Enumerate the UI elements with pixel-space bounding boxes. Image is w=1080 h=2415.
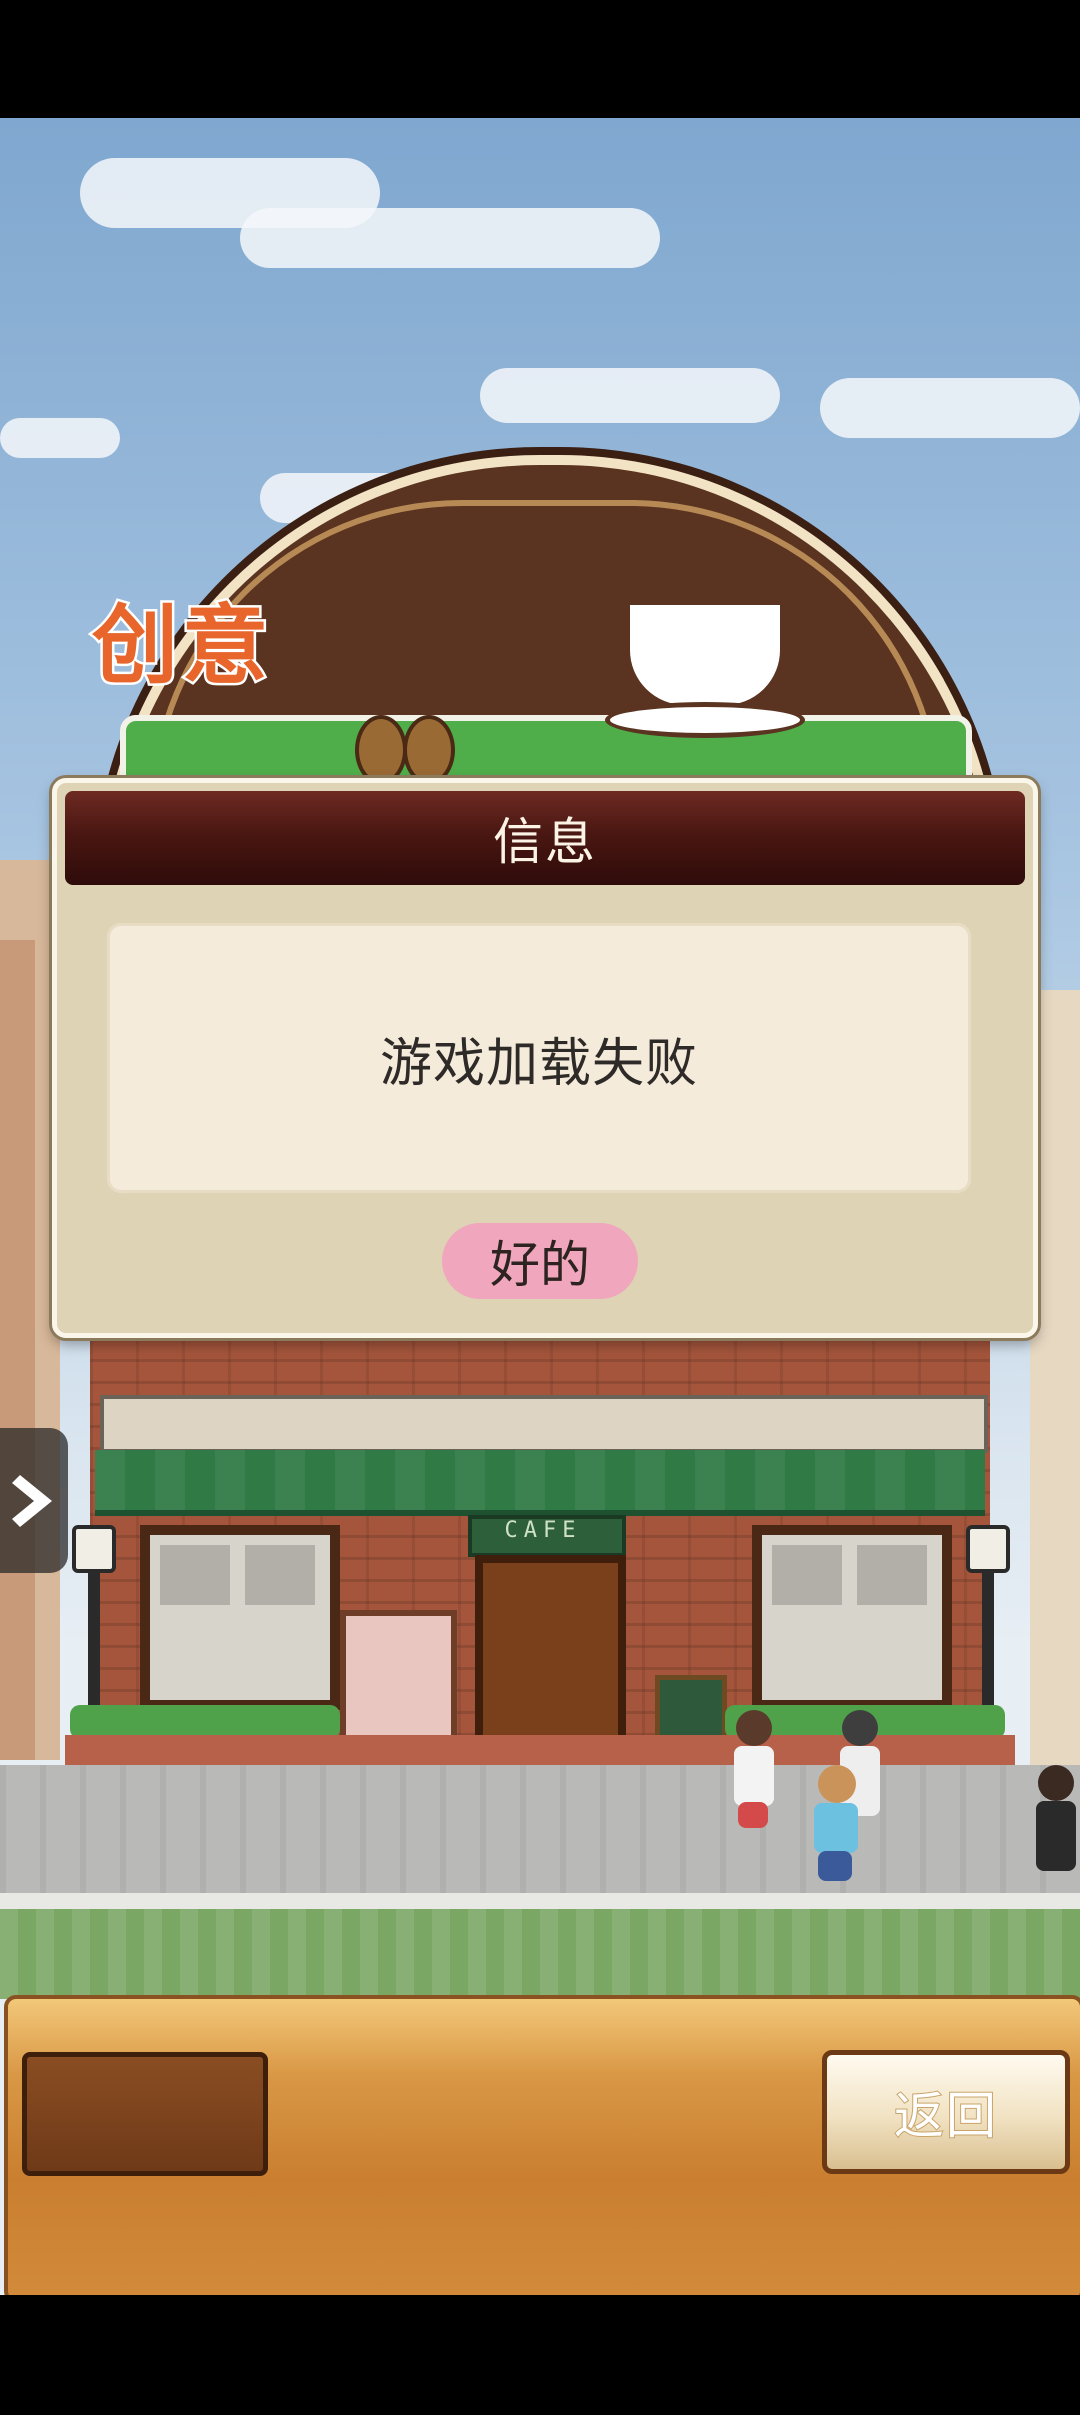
dialog-title: 信息 xyxy=(493,813,597,871)
street-lamp-head xyxy=(72,1525,116,1573)
pedestrian xyxy=(728,1710,778,1830)
grass-strip xyxy=(0,1909,1080,1999)
cafe-awning xyxy=(95,1450,985,1516)
cafe-window-right xyxy=(752,1525,952,1710)
cafe-cornice xyxy=(100,1395,988,1453)
dialog-header: 信息 xyxy=(65,791,1025,885)
street-lamp xyxy=(88,1560,100,1710)
street-lamp-head xyxy=(966,1525,1010,1573)
status-bar xyxy=(0,0,1080,118)
dialog-body: 游戏加载失败 xyxy=(107,923,971,1193)
hedge xyxy=(70,1705,340,1739)
chevron-right-icon xyxy=(12,1474,52,1527)
ok-button-label: 好的 xyxy=(490,1236,590,1294)
dialog-message: 游戏加载失败 xyxy=(379,1033,698,1094)
side-panel-toggle[interactable] xyxy=(0,1428,68,1573)
navigation-bar xyxy=(0,2295,1080,2415)
empty-slot xyxy=(22,2052,268,2176)
cafe-window-left xyxy=(140,1525,340,1710)
sidewalk xyxy=(0,1765,1080,1895)
back-button-label: 返回 xyxy=(893,2086,998,2146)
coffee-cup-icon xyxy=(625,600,785,710)
pedestrian xyxy=(808,1765,863,1885)
street-lamp xyxy=(982,1560,994,1710)
curb xyxy=(0,1893,1080,1909)
logo-text: 创意 xyxy=(90,594,272,699)
pedestrian xyxy=(1030,1765,1080,1875)
saucer-icon xyxy=(605,702,805,738)
ok-button[interactable]: 好的 xyxy=(442,1223,638,1299)
coffee-bean-icon xyxy=(355,715,455,785)
building-left-facade xyxy=(0,940,35,1760)
back-button[interactable]: 返回 xyxy=(822,2050,1070,2174)
message-dialog: 信息 游戏加载失败 好的 xyxy=(52,778,1038,1338)
cafe-sign-text: CAFE xyxy=(504,1518,582,1543)
